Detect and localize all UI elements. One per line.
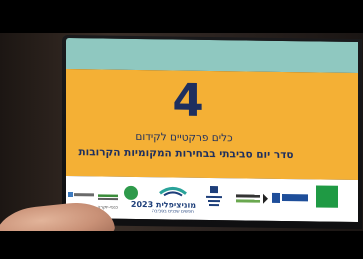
emblem-icon — [206, 185, 222, 207]
sponsor-logo-2: כנפי-יוקרה — [97, 186, 118, 211]
municipal-logo-subtitle: חפשים שכנים בסביבה — [152, 209, 194, 215]
shelach-logo — [272, 190, 308, 207]
laptop-screen: 4 כלים פרקטיים לקידום סדר יום סביבתי בבח… — [66, 37, 358, 223]
circle-logo-icon — [124, 185, 138, 200]
slide-title: סדר יום סביבתי בבחירות המקומיות הקרובות — [78, 146, 294, 162]
slide-number: 4 — [172, 73, 204, 127]
sponsor-logo-1 — [68, 187, 94, 201]
sponsor-logo-5 — [206, 185, 222, 210]
letterbox-bottom — [0, 231, 363, 259]
slide-subtitle: כלים פרקטיים לקידום — [135, 130, 233, 145]
wave-logo-icon — [159, 186, 187, 197]
org-logo-icon — [68, 191, 94, 198]
video-frame: 4 כלים פרקטיים לקידום סדר יום סביבתי בבח… — [0, 33, 363, 231]
slide-header-band — [66, 37, 358, 74]
green-square-logo-icon — [316, 185, 338, 208]
slide-main-panel: 4 כלים פרקטיים לקידום סדר יום סביבתי בבח… — [66, 68, 358, 181]
municipal-2023-logo: מוניציפלית 2023 חפשים שכנים בסביבה — [131, 181, 196, 216]
shelach-logo-icon — [272, 192, 308, 203]
arrow-logo-icon — [236, 193, 268, 204]
laptop: 4 כלים פרקטיים לקידום סדר יום סביבתי בבח… — [62, 34, 362, 230]
leaf-icon — [98, 194, 118, 201]
letterbox-top — [0, 0, 363, 33]
sponsor-logo-6 — [236, 189, 270, 209]
